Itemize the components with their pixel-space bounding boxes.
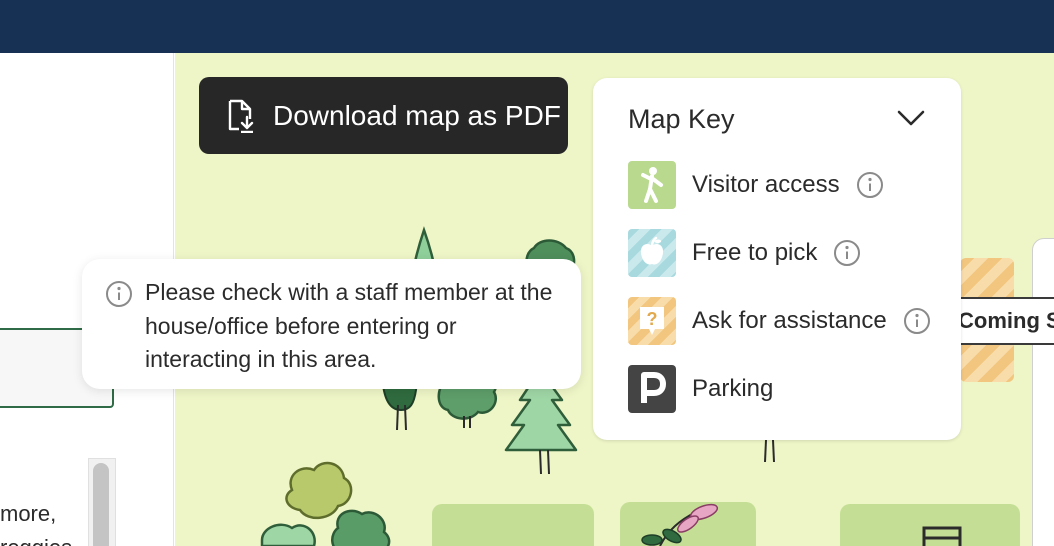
map-key-item-parking: Parking [628, 365, 773, 413]
map-key-label: Parking [692, 375, 774, 402]
person-walking-icon [628, 161, 676, 209]
info-icon[interactable] [903, 307, 931, 335]
info-icon [106, 281, 132, 307]
panel-description-text-2: reggies [0, 535, 72, 546]
map-key-label: Ask for assistance [692, 307, 887, 334]
panel-description-text: more, [0, 501, 57, 526]
download-pdf-label: Download map as PDF [273, 99, 561, 131]
question-sign-icon: ? [628, 297, 676, 345]
map-key-panel: Map Key Visitor access Free to pick ? As… [593, 78, 961, 440]
apple-icon [628, 229, 676, 277]
tooltip-text: Please check with a staff member at the … [145, 279, 553, 372]
map-key-label: Visitor access [692, 171, 840, 198]
map-key-label: Free to pick [692, 239, 818, 266]
garden-plot [432, 504, 594, 546]
map-key-item-free-to-pick: Free to pick [628, 229, 861, 277]
shrub-cluster-icon [260, 461, 391, 546]
map-key-item-visitor-access: Visitor access [628, 161, 884, 209]
download-pdf-button[interactable]: Download map as PDF [199, 77, 568, 154]
top-header-bar [0, 0, 1054, 53]
svg-text:?: ? [647, 309, 658, 329]
parking-icon [628, 365, 676, 413]
map-key-item-ask-for-assistance: ? Ask for assistance [628, 297, 931, 345]
coming-soon-label: Coming So [954, 297, 1054, 345]
garden-plot [840, 504, 1020, 546]
area-info-tooltip: Please check with a staff member at the … [82, 259, 581, 389]
info-icon[interactable] [833, 239, 861, 267]
panel-scrollbar-thumb[interactable] [93, 463, 109, 546]
info-icon[interactable] [856, 171, 884, 199]
chevron-down-icon[interactable] [896, 108, 926, 128]
map-key-title: Map Key [628, 104, 735, 134]
side-popup-edge [1032, 238, 1054, 546]
file-download-icon [227, 98, 257, 134]
